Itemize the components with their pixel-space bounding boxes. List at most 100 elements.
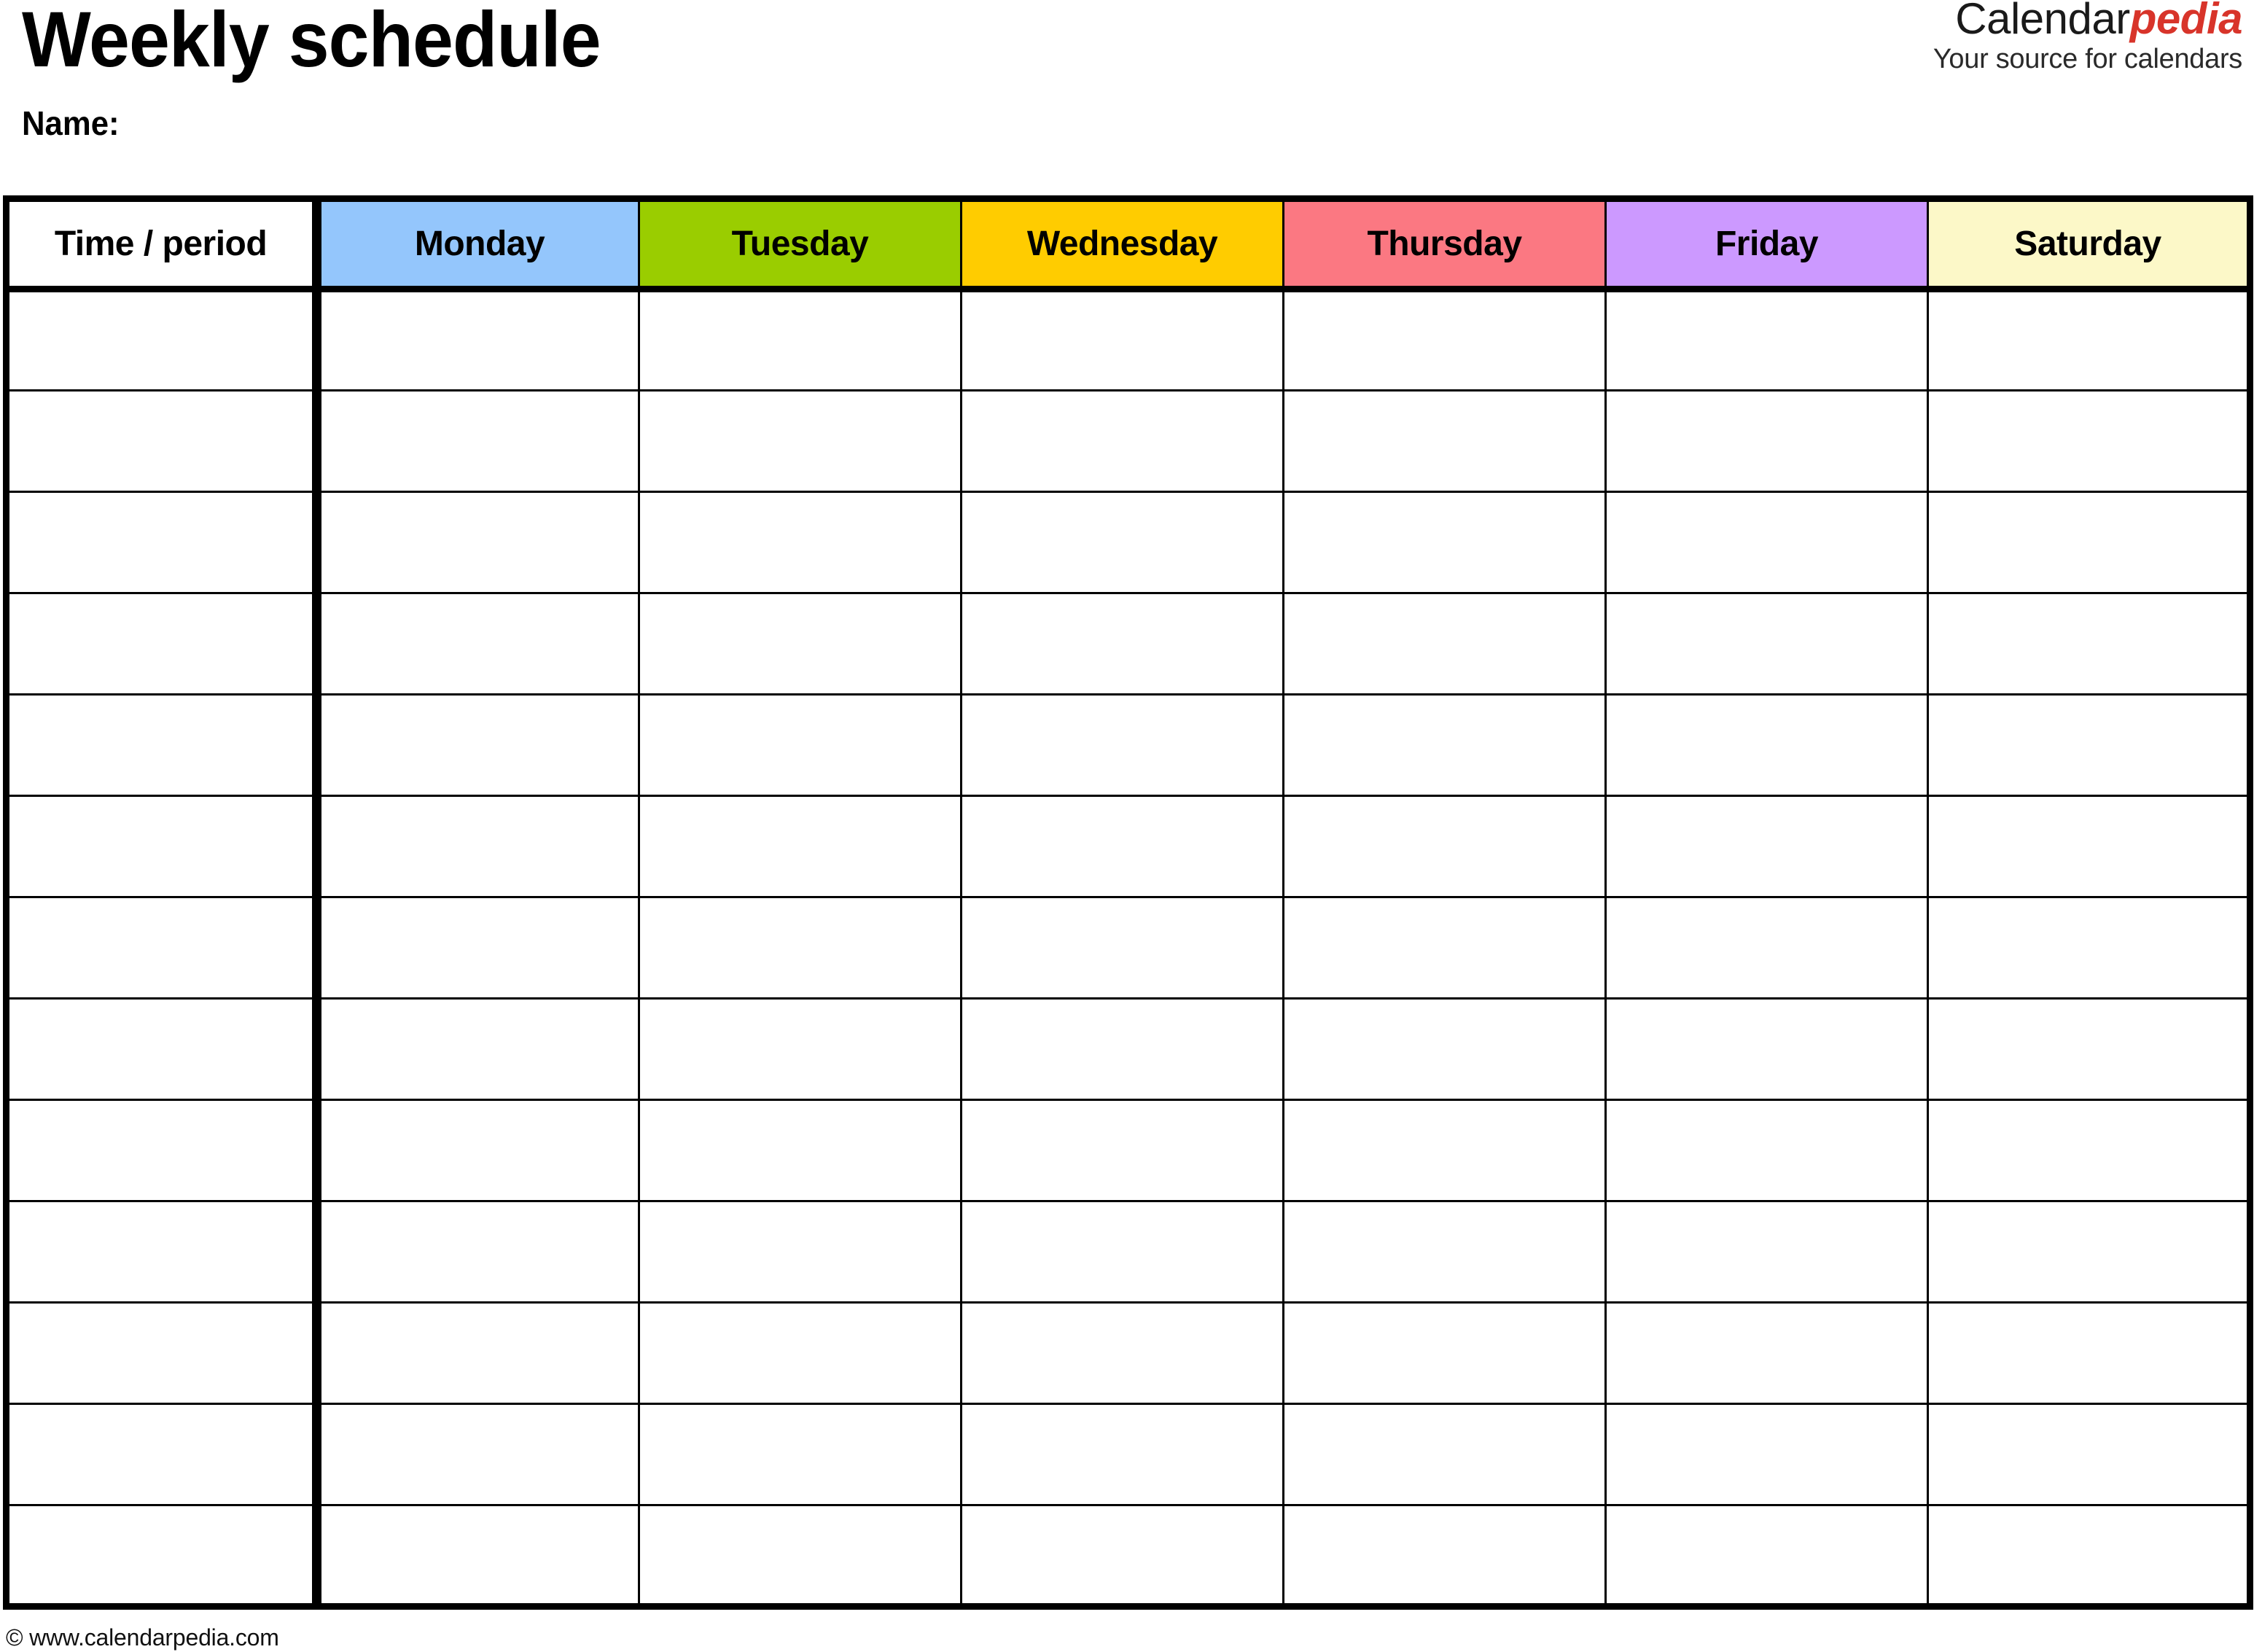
schedule-cell-time[interactable]: [5, 491, 321, 594]
column-header-friday: Friday: [1604, 198, 1929, 292]
schedule-cell-thursday[interactable]: [1282, 997, 1607, 1101]
schedule-cell-friday[interactable]: [1604, 997, 1929, 1101]
schedule-cell-monday[interactable]: [316, 1200, 640, 1304]
schedule-cell-monday[interactable]: [316, 997, 640, 1101]
schedule-cell-wednesday[interactable]: [960, 1099, 1284, 1202]
table-row: [5, 795, 2251, 898]
schedule-cell-monday[interactable]: [316, 1504, 640, 1608]
schedule-cell-time[interactable]: [5, 1099, 321, 1202]
schedule-cell-tuesday[interactable]: [638, 1200, 962, 1304]
schedule-cell-thursday[interactable]: [1282, 795, 1607, 898]
schedule-cell-monday[interactable]: [316, 491, 640, 594]
schedule-cell-time[interactable]: [5, 795, 321, 898]
schedule-cell-friday[interactable]: [1604, 491, 1929, 594]
schedule-cell-saturday[interactable]: [1927, 1301, 2251, 1405]
schedule-cell-saturday[interactable]: [1927, 795, 2251, 898]
schedule-cell-friday[interactable]: [1604, 1099, 1929, 1202]
schedule-cell-wednesday[interactable]: [960, 1403, 1284, 1506]
schedule-cell-tuesday[interactable]: [638, 795, 962, 898]
schedule-cell-thursday[interactable]: [1282, 693, 1607, 797]
schedule-cell-monday[interactable]: [316, 795, 640, 898]
schedule-cell-time[interactable]: [5, 693, 321, 797]
schedule-cell-saturday[interactable]: [1927, 896, 2251, 1000]
schedule-cell-monday[interactable]: [316, 389, 640, 493]
schedule-cell-thursday[interactable]: [1282, 1200, 1607, 1304]
schedule-cell-monday[interactable]: [316, 896, 640, 1000]
schedule-cell-friday[interactable]: [1604, 693, 1929, 797]
schedule-cell-time[interactable]: [5, 1403, 321, 1506]
schedule-cell-wednesday[interactable]: [960, 592, 1284, 696]
column-header-label: Wednesday: [1026, 225, 1218, 263]
schedule-cell-tuesday[interactable]: [638, 1403, 962, 1506]
logo-wordmark: Calendarpedia: [1933, 0, 2242, 41]
schedule-cell-tuesday[interactable]: [638, 997, 962, 1101]
schedule-cell-thursday[interactable]: [1282, 1301, 1607, 1405]
column-header-saturday: Saturday: [1927, 198, 2251, 292]
schedule-cell-saturday[interactable]: [1927, 1099, 2251, 1202]
schedule-cell-wednesday[interactable]: [960, 997, 1284, 1101]
schedule-cell-saturday[interactable]: [1927, 592, 2251, 696]
schedule-cell-wednesday[interactable]: [960, 1200, 1284, 1304]
schedule-cell-wednesday[interactable]: [960, 389, 1284, 493]
schedule-cell-tuesday[interactable]: [638, 288, 962, 391]
schedule-cell-wednesday[interactable]: [960, 491, 1284, 594]
schedule-cell-friday[interactable]: [1604, 795, 1929, 898]
schedule-cell-monday[interactable]: [316, 693, 640, 797]
schedule-cell-thursday[interactable]: [1282, 491, 1607, 594]
weekly-schedule-table: Time / period Monday Tuesday Wednesday Thurs…: [3, 195, 2253, 1610]
schedule-cell-thursday[interactable]: [1282, 389, 1607, 493]
schedule-cell-monday[interactable]: [316, 1301, 640, 1405]
schedule-cell-friday[interactable]: [1604, 1200, 1929, 1304]
schedule-cell-saturday[interactable]: [1927, 491, 2251, 594]
schedule-cell-friday[interactable]: [1604, 288, 1929, 391]
schedule-cell-friday[interactable]: [1604, 1504, 1929, 1608]
schedule-cell-friday[interactable]: [1604, 896, 1929, 1000]
schedule-cell-wednesday[interactable]: [960, 795, 1284, 898]
schedule-cell-time[interactable]: [5, 896, 321, 1000]
schedule-cell-thursday[interactable]: [1282, 1504, 1607, 1608]
schedule-cell-tuesday[interactable]: [638, 491, 962, 594]
schedule-cell-saturday[interactable]: [1927, 389, 2251, 493]
schedule-cell-monday[interactable]: [316, 1403, 640, 1506]
column-header-label: Saturday: [2014, 225, 2161, 263]
schedule-cell-monday[interactable]: [316, 1099, 640, 1202]
schedule-cell-monday[interactable]: [316, 592, 640, 696]
schedule-cell-time[interactable]: [5, 389, 321, 493]
schedule-cell-time[interactable]: [5, 592, 321, 696]
schedule-cell-thursday[interactable]: [1282, 1099, 1607, 1202]
schedule-cell-thursday[interactable]: [1282, 1403, 1607, 1506]
name-field-label: Name:: [22, 104, 120, 142]
schedule-cell-thursday[interactable]: [1282, 896, 1607, 1000]
schedule-cell-saturday[interactable]: [1927, 693, 2251, 797]
schedule-cell-thursday[interactable]: [1282, 288, 1607, 391]
schedule-cell-wednesday[interactable]: [960, 896, 1284, 1000]
schedule-cell-time[interactable]: [5, 1301, 321, 1405]
schedule-cell-time[interactable]: [5, 1200, 321, 1304]
schedule-cell-tuesday[interactable]: [638, 896, 962, 1000]
schedule-cell-time[interactable]: [5, 997, 321, 1101]
schedule-cell-thursday[interactable]: [1282, 592, 1607, 696]
schedule-cell-tuesday[interactable]: [638, 592, 962, 696]
schedule-cell-time[interactable]: [5, 1504, 321, 1608]
schedule-cell-time[interactable]: [5, 288, 321, 391]
schedule-cell-wednesday[interactable]: [960, 288, 1284, 391]
schedule-cell-tuesday[interactable]: [638, 693, 962, 797]
schedule-cell-tuesday[interactable]: [638, 1099, 962, 1202]
schedule-cell-tuesday[interactable]: [638, 1504, 962, 1608]
schedule-cell-wednesday[interactable]: [960, 1301, 1284, 1405]
schedule-cell-friday[interactable]: [1604, 1301, 1929, 1405]
schedule-cell-wednesday[interactable]: [960, 693, 1284, 797]
schedule-cell-saturday[interactable]: [1927, 1200, 2251, 1304]
schedule-cell-friday[interactable]: [1604, 389, 1929, 493]
schedule-cell-wednesday[interactable]: [960, 1504, 1284, 1608]
schedule-cell-monday[interactable]: [316, 288, 640, 391]
schedule-cell-friday[interactable]: [1604, 1403, 1929, 1506]
schedule-cell-saturday[interactable]: [1927, 288, 2251, 391]
schedule-cell-saturday[interactable]: [1927, 1504, 2251, 1608]
schedule-cell-tuesday[interactable]: [638, 1301, 962, 1405]
schedule-cell-saturday[interactable]: [1927, 1403, 2251, 1506]
column-header-label: Tuesday: [731, 225, 869, 263]
schedule-cell-friday[interactable]: [1604, 592, 1929, 696]
schedule-cell-saturday[interactable]: [1927, 997, 2251, 1101]
schedule-cell-tuesday[interactable]: [638, 389, 962, 493]
